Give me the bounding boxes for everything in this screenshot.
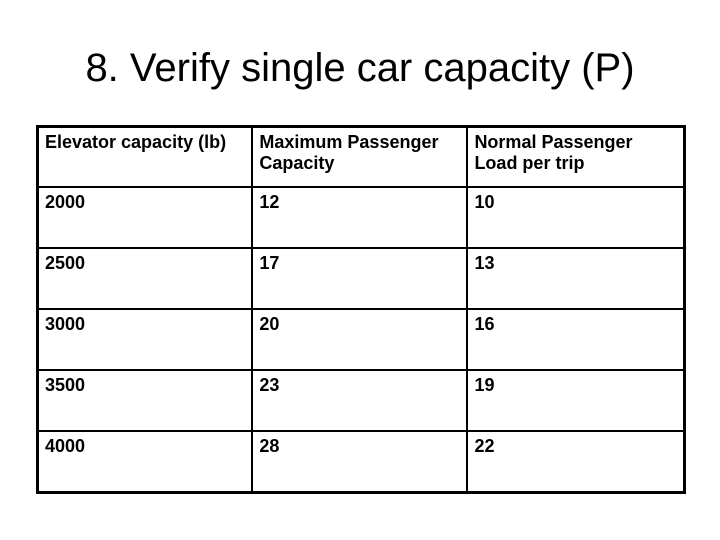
cell-normal-passenger-load: 19 [466,369,686,432]
table-row: 2000 12 10 [36,186,686,249]
cell-max-passenger-capacity: 17 [251,247,469,310]
slide-title: 8. Verify single car capacity (P) [85,46,635,90]
cell-elevator-capacity: 3000 [36,308,254,371]
cell-normal-passenger-load: 13 [466,247,686,310]
cell-elevator-capacity: 2500 [36,247,254,310]
cell-max-passenger-capacity: 20 [251,308,469,371]
table-row: 4000 28 22 [36,430,686,494]
cell-max-passenger-capacity: 23 [251,369,469,432]
cell-normal-passenger-load: 16 [466,308,686,371]
table-row: 2500 17 13 [36,247,686,310]
table-row: 3500 23 19 [36,369,686,432]
cell-elevator-capacity: 2000 [36,186,254,249]
table-row: 3000 20 16 [36,308,686,371]
cell-max-passenger-capacity: 28 [251,430,469,494]
cell-normal-passenger-load: 10 [466,186,686,249]
cell-max-passenger-capacity: 12 [251,186,469,249]
cell-elevator-capacity: 4000 [36,430,254,494]
capacity-table: Elevator capacity (lb) Maximum Passenger… [36,125,686,494]
table-header-row: Elevator capacity (lb) Maximum Passenger… [36,125,686,188]
header-max-passenger-capacity: Maximum Passenger Capacity [251,125,469,188]
cell-normal-passenger-load: 22 [466,430,686,494]
header-normal-passenger-load: Normal Passenger Load per trip [466,125,686,188]
cell-elevator-capacity: 3500 [36,369,254,432]
header-elevator-capacity: Elevator capacity (lb) [36,125,254,188]
